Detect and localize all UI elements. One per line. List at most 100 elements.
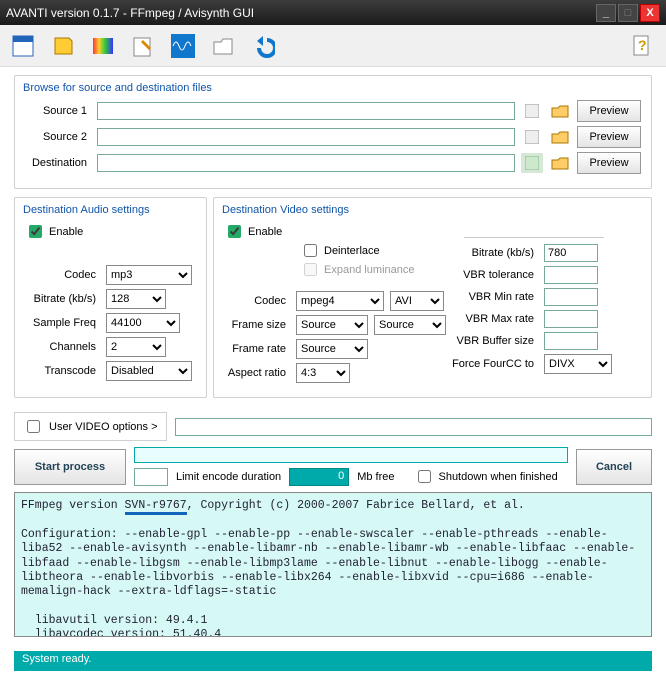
video-bitrate-input[interactable]	[544, 244, 598, 262]
expand-luminance-checkbox	[304, 263, 317, 276]
dest-label: Destination	[25, 157, 91, 169]
source1-clear-button[interactable]	[521, 101, 543, 121]
user-video-input[interactable]	[175, 418, 652, 436]
source1-label: Source 1	[25, 105, 91, 117]
frame-size-select2[interactable]: Source	[374, 315, 446, 335]
files-group-title: Browse for source and destination files	[23, 82, 641, 94]
dest-pick-button[interactable]	[521, 153, 543, 173]
source1-preview-button[interactable]: Preview	[577, 100, 641, 122]
audio-title: Destination Audio settings	[23, 204, 196, 216]
maximize-button[interactable]: □	[618, 4, 638, 22]
aspect-ratio-select[interactable]: 4:3	[296, 363, 350, 383]
vbr-tolerance-label: VBR tolerance	[446, 269, 538, 281]
folder-icon[interactable]	[210, 33, 236, 59]
source2-clear-button[interactable]	[521, 127, 543, 147]
edit-icon[interactable]	[130, 33, 156, 59]
video-group: Destination Video settings Enable Deinte…	[213, 197, 652, 398]
audio-channels-select[interactable]: 2	[106, 337, 166, 357]
window-title: AVANTI version 0.1.7 - FFmpeg / Avisynth…	[6, 6, 594, 20]
help-icon[interactable]: ?	[630, 33, 656, 59]
audio-transcode-label: Transcode	[25, 365, 100, 377]
vbr-max-input[interactable]	[544, 310, 598, 328]
svg-text:?: ?	[638, 37, 647, 53]
audio-transcode-select[interactable]: Disabled	[106, 361, 192, 381]
audio-bitrate-label: Bitrate (kb/s)	[25, 293, 100, 305]
limit-duration-input[interactable]	[134, 468, 168, 486]
video-bitrate-label: Bitrate (kb/s)	[446, 247, 538, 259]
close-button[interactable]: X	[640, 4, 660, 22]
video-title: Destination Video settings	[222, 204, 641, 216]
toolbar: ?	[0, 25, 666, 67]
audio-group: Destination Audio settings Enable Codecm…	[14, 197, 207, 398]
video-enable-check[interactable]: Enable	[224, 222, 446, 241]
user-video-checkbox[interactable]	[27, 420, 40, 433]
log-output[interactable]: FFmpeg version SVN-r9767, Copyright (c) …	[14, 492, 652, 637]
aspect-ratio-label: Aspect ratio	[224, 367, 290, 379]
vbr-min-input[interactable]	[544, 288, 598, 306]
fourcc-label: Force FourCC to	[446, 358, 538, 370]
deinterlace-check[interactable]: Deinterlace	[300, 241, 446, 260]
video-enable-label: Enable	[248, 226, 282, 238]
vbr-buffer-input[interactable]	[544, 332, 598, 350]
deinterlace-checkbox[interactable]	[304, 244, 317, 257]
source2-label: Source 2	[25, 131, 91, 143]
undo-icon[interactable]	[250, 33, 276, 59]
minimize-button[interactable]: _	[596, 4, 616, 22]
titlebar: AVANTI version 0.1.7 - FFmpeg / Avisynth…	[0, 0, 666, 25]
frame-size-label: Frame size	[224, 319, 290, 331]
limit-duration-label: Limit encode duration	[176, 471, 281, 483]
vbr-max-label: VBR Max rate	[446, 313, 538, 325]
source2-input[interactable]	[97, 128, 515, 146]
cancel-button[interactable]: Cancel	[576, 449, 652, 485]
progress-bar	[134, 447, 568, 463]
frame-rate-select[interactable]: Source	[296, 339, 368, 359]
shutdown-label: Shutdown when finished	[438, 471, 557, 483]
audio-channels-label: Channels	[25, 341, 100, 353]
settings-icon[interactable]	[10, 33, 36, 59]
vbr-buffer-label: VBR Buffer size	[446, 335, 538, 347]
log-line1c: , Copyright (c) 2000-2007 Fabrice Bellar…	[187, 499, 525, 512]
audio-codec-select[interactable]: mp3	[106, 265, 192, 285]
frame-size-select1[interactable]: Source	[296, 315, 368, 335]
user-video-label: User VIDEO options >	[49, 421, 158, 433]
palette-icon[interactable]	[90, 33, 116, 59]
video-codec-label: Codec	[224, 295, 290, 307]
start-process-button[interactable]: Start process	[14, 449, 126, 485]
log-line1a: FFmpeg version	[21, 499, 125, 512]
video-codec-select[interactable]: mpeg4	[296, 291, 384, 311]
dest-browse-icon[interactable]	[549, 153, 571, 173]
shutdown-check[interactable]: Shutdown when finished	[414, 467, 557, 486]
vbr-min-label: VBR Min rate	[446, 291, 538, 303]
source1-browse-icon[interactable]	[549, 101, 571, 121]
save-icon[interactable]	[50, 33, 76, 59]
vbr-tolerance-input[interactable]	[544, 266, 598, 284]
fourcc-select[interactable]: DIVX	[544, 354, 612, 374]
source2-preview-button[interactable]: Preview	[577, 126, 641, 148]
source1-input[interactable]	[97, 102, 515, 120]
audio-enable-checkbox[interactable]	[29, 225, 42, 238]
expand-luminance-check: Expand luminance	[300, 260, 446, 279]
source2-browse-icon[interactable]	[549, 127, 571, 147]
audio-bitrate-select[interactable]: 128	[106, 289, 166, 309]
mb-free-label: Mb free	[357, 471, 394, 483]
deinterlace-label: Deinterlace	[324, 245, 380, 257]
dest-input[interactable]	[97, 154, 515, 172]
video-enable-checkbox[interactable]	[228, 225, 241, 238]
log-config: Configuration: --enable-gpl --enable-pp …	[21, 528, 635, 599]
audio-enable-check[interactable]: Enable	[25, 222, 196, 241]
shutdown-checkbox[interactable]	[418, 470, 431, 483]
files-group: Browse for source and destination files …	[14, 75, 652, 189]
audio-sample-label: Sample Freq	[25, 317, 100, 329]
audio-sample-select[interactable]: 44100	[106, 313, 180, 333]
audio-enable-label: Enable	[49, 226, 83, 238]
video-container-select[interactable]: AVI	[390, 291, 444, 311]
video-slider[interactable]	[464, 222, 604, 238]
status-bar: System ready.	[14, 651, 652, 671]
wave-icon[interactable]	[170, 33, 196, 59]
dest-preview-button[interactable]: Preview	[577, 152, 641, 174]
user-video-options-row: User VIDEO options >	[14, 412, 652, 441]
log-svn-rev: SVN-r9767	[125, 499, 187, 515]
log-libs: libavutil version: 49.4.1 libavcodec ver…	[21, 614, 228, 637]
expand-luminance-label: Expand luminance	[324, 264, 415, 276]
process-row: Start process Limit encode duration 0 Mb…	[14, 447, 652, 486]
